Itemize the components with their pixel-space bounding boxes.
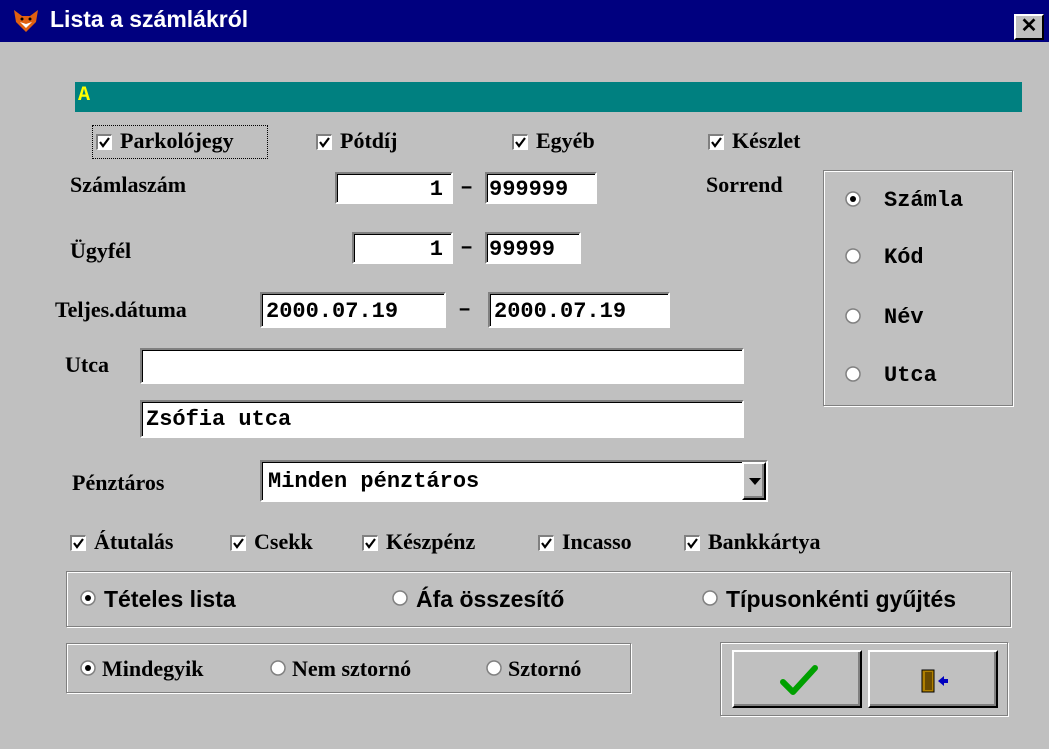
utca-input[interactable] <box>140 348 744 384</box>
radio-afa-osszesito[interactable]: Áfa összesítő <box>390 584 610 616</box>
szamlaszam-label: Számlaszám <box>70 172 187 197</box>
penztaros-select[interactable]: Minden pénztáros <box>260 460 768 502</box>
checkbox-label-keszlet: Készlet <box>732 128 801 153</box>
radio-selected-icon <box>845 191 861 207</box>
close-button[interactable]: ✕ <box>1014 14 1044 40</box>
checkbox-bankkartya[interactable] <box>684 535 700 551</box>
status-text: A <box>78 84 91 107</box>
checkbox-label-potdij: Pótdíj <box>340 128 398 153</box>
ugyfel-from-value: 1 <box>429 237 443 262</box>
status-bar: A <box>75 82 1022 112</box>
radio-sztorno[interactable]: Sztornó <box>484 654 624 684</box>
checkbox-label-atutalas: Átutalás <box>94 529 174 554</box>
szamlaszam-from-field[interactable]: 1 <box>335 172 453 204</box>
radio-icon <box>845 366 861 382</box>
radio-icon <box>845 308 861 324</box>
radio-label: Tételes lista <box>104 586 236 612</box>
radio-label: Sztornó <box>508 656 582 681</box>
checkbox-keszlet[interactable] <box>708 134 724 150</box>
ok-button[interactable] <box>732 650 862 708</box>
utca-selected-field[interactable]: Zsófia utca <box>140 400 744 438</box>
teljesdatuma-label: Teljes.dátuma <box>55 297 187 322</box>
utca-label: Utca <box>65 352 109 377</box>
fox-app-icon <box>12 8 40 34</box>
ugyfel-label: Ügyfél <box>70 238 132 263</box>
checkbox-atutalas[interactable] <box>70 535 86 551</box>
checkbox-parkolojegy[interactable] <box>96 134 112 150</box>
sorrend-option-label: Utca <box>884 363 937 388</box>
radio-label: Mindegyik <box>102 656 204 681</box>
radio-mindegyik[interactable]: Mindegyik <box>78 654 253 684</box>
ugyfel-dash: – <box>460 235 474 260</box>
penztaros-label: Pénztáros <box>72 470 165 495</box>
ugyfel-to-field[interactable]: 99999 <box>485 232 581 264</box>
exit-button[interactable] <box>868 650 998 708</box>
radio-label: Áfa összesítő <box>416 586 565 612</box>
szamlaszam-to-field[interactable]: 999999 <box>485 172 597 204</box>
radio-label: Nem sztornó <box>292 656 412 681</box>
exit-door-icon <box>921 669 948 693</box>
utca-selected-value: Zsófia utca <box>146 407 292 432</box>
checkbox-incasso[interactable] <box>538 535 554 551</box>
radio-label: Típusonkénti gyűjtés <box>726 586 957 612</box>
sorrend-option-label: Kód <box>884 245 924 270</box>
radio-tipusonkenti-gyujtes[interactable]: Típusonkénti gyűjtés <box>700 584 1005 616</box>
radio-icon <box>702 590 718 606</box>
checkbox-csekk[interactable] <box>230 535 246 551</box>
checkbox-keszpenz[interactable] <box>362 535 378 551</box>
teljesdatuma-to-value: 2000.07.19 <box>494 299 627 324</box>
szamlaszam-from-value: 1 <box>429 177 443 202</box>
sorrend-option-utca[interactable]: Utca <box>840 361 1000 391</box>
sorrend-option-label: Név <box>884 305 924 330</box>
teljesdatuma-from-value: 2000.07.19 <box>266 299 399 324</box>
dropdown-button[interactable] <box>742 462 766 500</box>
window-title: Lista a számlákról <box>50 6 249 32</box>
radio-icon <box>845 248 861 264</box>
checkbox-label-parkolojegy: Parkolójegy <box>120 128 234 153</box>
checkbox-label-egyeb: Egyéb <box>536 128 595 153</box>
radio-selected-icon <box>80 660 96 676</box>
teljesdatuma-dash: – <box>458 297 472 322</box>
chevron-down-icon <box>749 478 761 485</box>
teljesdatuma-to-field[interactable]: 2000.07.19 <box>488 292 670 328</box>
ugyfel-to-value: 99999 <box>489 237 556 262</box>
szamlaszam-to-value: 999999 <box>489 177 569 202</box>
radio-icon <box>270 660 286 676</box>
szamlaszam-dash: – <box>460 175 474 200</box>
checkbox-potdij[interactable] <box>316 134 332 150</box>
radio-selected-icon <box>80 590 96 606</box>
sorrend-option-szamla[interactable]: Számla <box>840 186 1000 216</box>
teljesdatuma-from-field[interactable]: 2000.07.19 <box>260 292 446 328</box>
checkbox-label-keszpenz: Készpénz <box>386 529 476 554</box>
sorrend-option-nev[interactable]: Név <box>840 303 1000 333</box>
penztaros-value: Minden pénztáros <box>268 469 480 494</box>
sorrend-option-label: Számla <box>884 188 964 213</box>
sorrend-option-kod[interactable]: Kód <box>840 243 1000 273</box>
checkbox-egyeb[interactable] <box>512 134 528 150</box>
radio-icon <box>486 660 502 676</box>
radio-icon <box>392 590 408 606</box>
ugyfel-from-field[interactable]: 1 <box>352 232 453 264</box>
checkbox-label-csekk: Csekk <box>254 529 313 554</box>
radio-teteles-lista[interactable]: Tételes lista <box>78 584 298 616</box>
checkmark-icon <box>780 665 818 695</box>
checkbox-label-bankkartya: Bankkártya <box>708 529 821 554</box>
sorrend-label: Sorrend <box>706 172 783 197</box>
radio-nem-sztorno[interactable]: Nem sztornó <box>268 654 448 684</box>
checkbox-label-incasso: Incasso <box>562 529 632 554</box>
